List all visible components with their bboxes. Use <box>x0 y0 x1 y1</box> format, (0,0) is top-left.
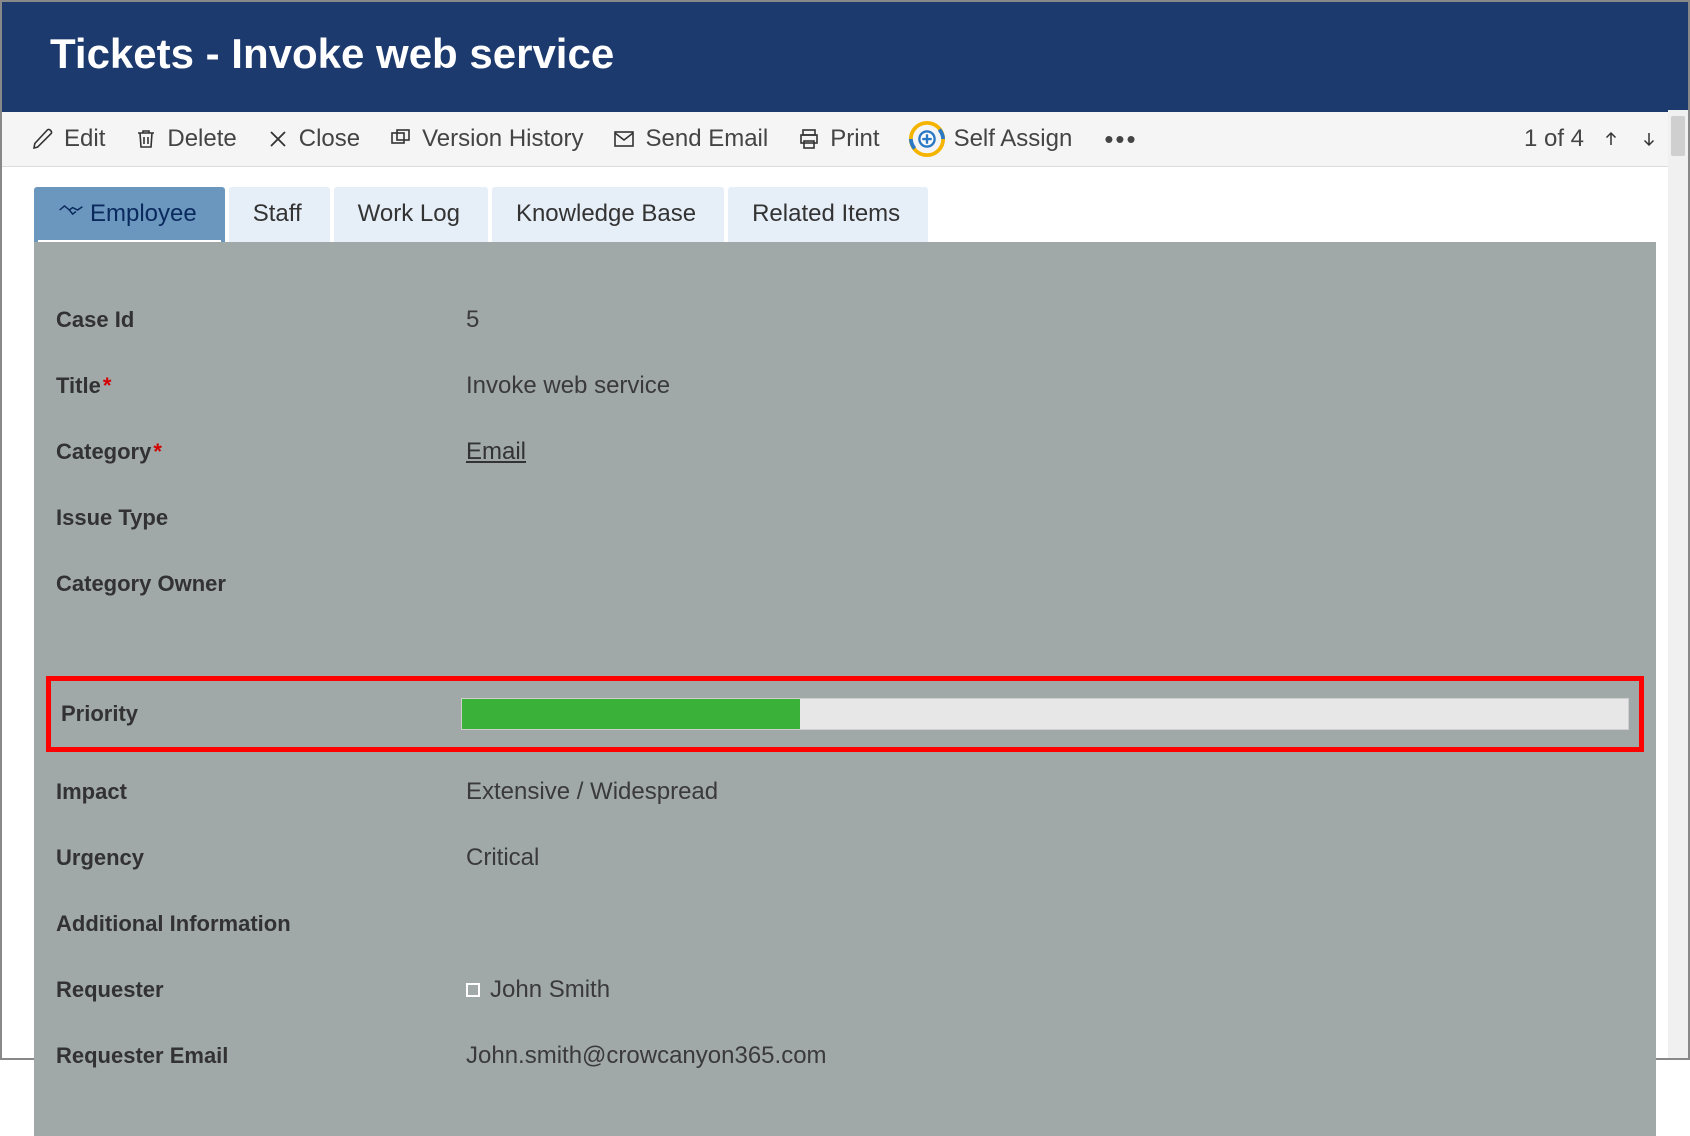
handshake-icon <box>58 199 84 228</box>
tab-employee-label: Employee <box>90 200 197 228</box>
close-label: Close <box>299 125 360 153</box>
send-email-button[interactable]: Send Email <box>611 125 768 153</box>
label-requester: Requester <box>56 977 466 1003</box>
tab-staff-label: Staff <box>253 200 302 228</box>
required-marker: * <box>103 373 112 398</box>
tab-staff[interactable]: Staff <box>229 187 330 242</box>
edit-label: Edit <box>64 125 105 153</box>
more-actions-button[interactable]: ••• <box>1104 124 1137 155</box>
field-category-owner: Category Owner <box>56 558 1634 610</box>
pencil-icon <box>30 126 56 152</box>
field-category: Category* Email <box>56 426 1634 478</box>
field-urgency: Urgency Critical <box>56 832 1634 884</box>
label-case-id: Case Id <box>56 307 466 333</box>
tab-work-log[interactable]: Work Log <box>334 187 488 242</box>
version-history-icon <box>388 126 414 152</box>
value-requester: John Smith <box>466 976 1634 1004</box>
label-additional-info: Additional Information <box>56 911 466 937</box>
requester-name[interactable]: John Smith <box>490 976 610 1004</box>
value-case-id: 5 <box>466 306 1634 334</box>
field-requester: Requester John Smith <box>56 964 1634 1016</box>
label-issue-type: Issue Type <box>56 505 466 531</box>
version-history-label: Version History <box>422 125 583 153</box>
form-panel-employee: Case Id 5 Title* Invoke web service Cate… <box>34 242 1656 1136</box>
scrollbar-thumb[interactable] <box>1671 116 1685 156</box>
required-marker: * <box>153 439 162 464</box>
priority-bar-fill <box>462 699 800 729</box>
pager-prev-button[interactable] <box>1600 127 1622 151</box>
print-button[interactable]: Print <box>796 125 879 153</box>
label-priority: Priority <box>61 701 461 727</box>
tab-strip: Employee Staff Work Log Knowledge Base R… <box>34 187 1656 242</box>
trash-icon <box>133 126 159 152</box>
pager-text: 1 of 4 <box>1524 125 1584 153</box>
value-urgency: Critical <box>466 844 1634 872</box>
pager-next-button[interactable] <box>1638 127 1660 151</box>
label-urgency: Urgency <box>56 845 466 871</box>
label-category-owner: Category Owner <box>56 571 466 597</box>
label-impact: Impact <box>56 779 466 805</box>
page-title: Tickets - Invoke web service <box>50 30 1640 78</box>
page-header: Tickets - Invoke web service <box>2 2 1688 112</box>
print-icon <box>796 126 822 152</box>
priority-highlight-box: Priority <box>46 676 1644 752</box>
tab-employee[interactable]: Employee <box>34 187 225 242</box>
value-requester-email: John.smith@crowcanyon365.com <box>466 1042 1634 1070</box>
label-requester-email: Requester Email <box>56 1043 466 1069</box>
label-category: Category* <box>56 439 466 465</box>
send-email-label: Send Email <box>645 125 768 153</box>
tab-related-items-label: Related Items <box>752 200 900 228</box>
action-toolbar: Edit Delete Close Version History Send E <box>2 112 1688 167</box>
label-title: Title* <box>56 373 466 399</box>
value-category-link[interactable]: Email <box>466 438 1634 466</box>
field-additional-info: Additional Information <box>56 898 1634 950</box>
delete-button[interactable]: Delete <box>133 125 236 153</box>
tab-knowledge-base-label: Knowledge Base <box>516 200 696 228</box>
print-label: Print <box>830 125 879 153</box>
field-requester-email: Requester Email John.smith@crowcanyon365… <box>56 1030 1634 1082</box>
field-case-id: Case Id 5 <box>56 294 1634 346</box>
field-impact: Impact Extensive / Widespread <box>56 766 1634 818</box>
tab-knowledge-base[interactable]: Knowledge Base <box>492 187 724 242</box>
version-history-button[interactable]: Version History <box>388 125 583 153</box>
self-assign-icon <box>908 120 946 158</box>
field-title: Title* Invoke web service <box>56 360 1634 412</box>
field-issue-type: Issue Type <box>56 492 1634 544</box>
close-icon <box>265 126 291 152</box>
value-title: Invoke web service <box>466 372 1634 400</box>
record-pager: 1 of 4 <box>1524 125 1660 153</box>
self-assign-button[interactable]: Self Assign <box>908 120 1073 158</box>
priority-bar <box>461 698 1629 730</box>
delete-label: Delete <box>167 125 236 153</box>
tab-work-log-label: Work Log <box>358 200 460 228</box>
edit-button[interactable]: Edit <box>30 125 105 153</box>
value-impact: Extensive / Widespread <box>466 778 1634 806</box>
mail-icon <box>611 126 637 152</box>
field-priority: Priority <box>61 687 1629 741</box>
presence-indicator-icon <box>466 983 480 997</box>
self-assign-label: Self Assign <box>954 125 1073 153</box>
close-button[interactable]: Close <box>265 125 360 153</box>
tab-related-items[interactable]: Related Items <box>728 187 928 242</box>
